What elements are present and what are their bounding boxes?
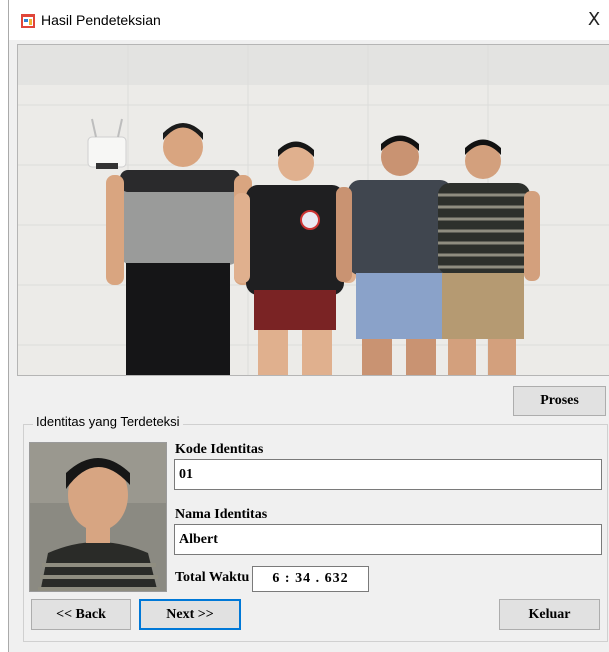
keluar-button[interactable]: Keluar <box>499 599 600 630</box>
face-photo <box>30 443 166 591</box>
proses-button[interactable]: Proses <box>513 386 606 416</box>
window-title: Hasil Pendeteksian <box>41 12 161 28</box>
detection-picture <box>17 44 609 376</box>
detection-window: Hasil Pendeteksian X Proses Identitas ya… <box>8 0 609 652</box>
back-button[interactable]: << Back <box>31 599 131 630</box>
nama-identitas-label: Nama Identitas <box>175 507 268 522</box>
title-bar: Hasil Pendeteksian X <box>9 0 609 40</box>
nama-identitas-field[interactable]: Albert <box>174 524 602 555</box>
next-button[interactable]: Next >> <box>139 599 241 630</box>
kode-identitas-field[interactable]: 01 <box>174 459 602 490</box>
kode-identitas-label: Kode Identitas <box>175 442 264 457</box>
total-waktu-field[interactable]: 6 : 34 . 632 <box>252 566 369 592</box>
close-icon[interactable]: X <box>582 8 606 32</box>
group-photo <box>18 45 609 375</box>
total-waktu-label: Total Waktu <box>175 570 250 585</box>
detected-face-photo <box>29 442 167 592</box>
app-form-icon <box>21 14 35 28</box>
groupbox-title: Identitas yang Terdeteksi <box>33 414 183 429</box>
